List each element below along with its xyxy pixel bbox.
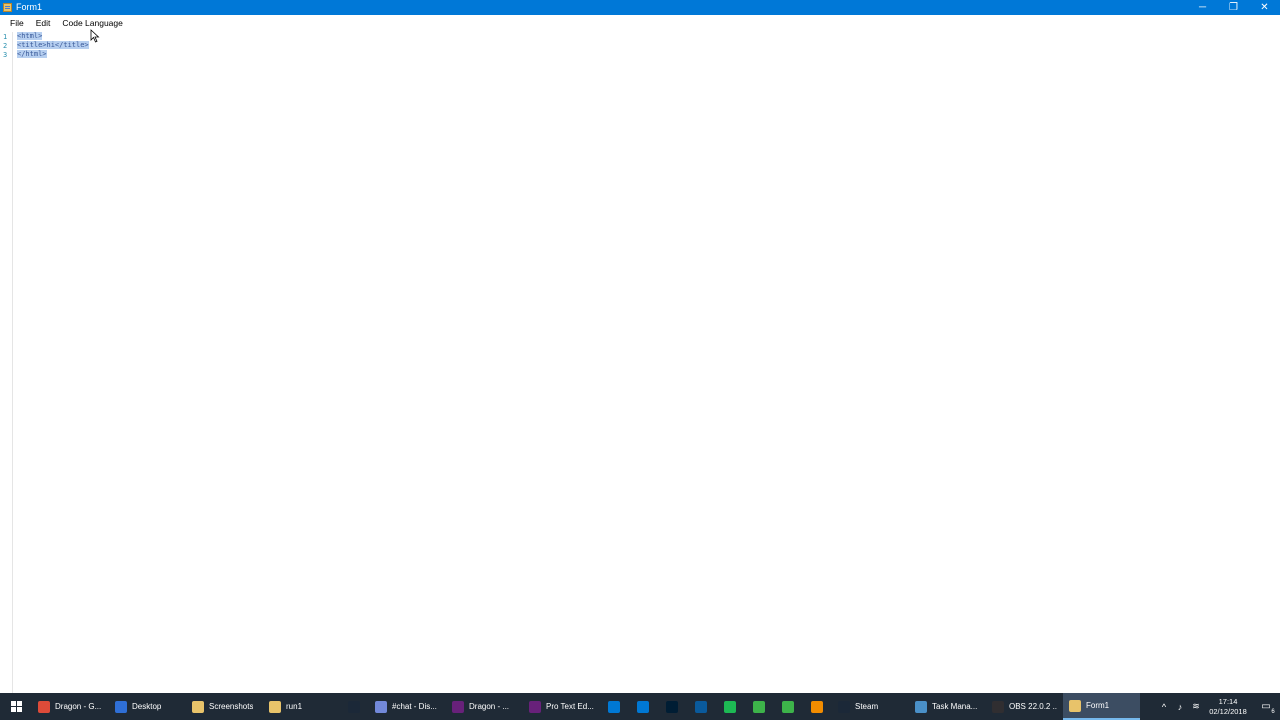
green-app-icon [753,700,765,713]
taskbar-item[interactable]: Steam [832,693,909,720]
taskbar-item[interactable]: Dragon - G... [32,693,109,720]
store-icon [637,700,649,713]
taskbar-item[interactable]: Desktop [109,693,186,720]
taskbar-item-label: Dragon - ... [469,702,510,711]
line-number-gutter: 1 2 3 [0,32,13,693]
green-app-icon [782,700,794,713]
taskbar-item-label: Desktop [132,702,162,711]
title-bar: Form1 ─ ❐ ✕ [0,0,1280,15]
spotify-icon [724,700,736,713]
taskbar: Dragon - G... Desktop Screenshots run1 #chat… [0,693,1280,720]
taskbar-item[interactable] [629,693,658,720]
taskbar-item[interactable] [340,693,369,720]
line-number: 2 [3,42,8,50]
steam-icon [838,700,850,713]
taskbar-item[interactable]: Form1 [1063,693,1140,720]
selected-text[interactable]: <title>hi</title> [17,41,89,49]
vlc-icon [811,700,823,713]
taskbar-item-label: Screenshots [209,702,254,711]
taskbar-item[interactable]: OBS 22.0.2 ... [986,693,1063,720]
folder-icon [269,700,281,713]
code-line[interactable]: <html> [17,32,43,41]
taskbar-item-label: Dragon - G... [55,702,102,711]
v-app-icon [695,700,707,713]
taskbar-item[interactable] [803,693,832,720]
line-number: 1 [3,33,8,41]
volume-icon[interactable]: ♪ [1172,693,1188,720]
visual-studio-icon [452,700,464,713]
steam-icon [348,700,360,713]
close-button[interactable]: ✕ [1249,0,1280,15]
windows-logo-icon [10,701,22,712]
taskbar-item[interactable] [687,693,716,720]
taskbar-item[interactable] [658,693,687,720]
selected-text[interactable]: </html> [17,50,47,58]
minimize-button[interactable]: ─ [1187,0,1218,15]
line-number: 3 [3,51,8,59]
wifi-icon[interactable]: ≋ [1188,693,1204,720]
menu-edit[interactable]: Edit [30,15,57,32]
taskbar-item[interactable]: #chat - Dis... [369,693,446,720]
taskbar-item-label: Task Mana... [932,702,978,711]
form-icon [3,3,12,12]
restore-button[interactable]: ❐ [1218,0,1249,15]
taskbar-item[interactable]: Screenshots [186,693,263,720]
window-controls: ─ ❐ ✕ [1187,0,1280,15]
notification-center-button[interactable]: ▭ 6 [1252,693,1280,720]
taskbar-item[interactable] [774,693,803,720]
taskbar-item-label: Pro Text Ed... [546,702,594,711]
clock-time: 17:14 [1218,696,1238,706]
clock[interactable]: 17:14 02/12/2018 [1204,697,1252,717]
folder-icon [115,700,127,713]
taskbar-item[interactable]: run1 [263,693,340,720]
taskbar-apps: Dragon - G... Desktop Screenshots run1 #chat… [32,693,1140,720]
taskbar-item[interactable]: Task Mana... [909,693,986,720]
window-title: Form1 [16,2,43,12]
photoshop-icon [666,700,678,713]
form-icon [1069,699,1081,712]
code-line[interactable]: <title>hi</title> [17,41,89,50]
taskbar-item[interactable]: Pro Text Ed... [523,693,600,720]
taskbar-item-label: Steam [855,702,879,711]
visual-studio-icon [529,700,541,713]
system-tray: ^ ♪ ≋ 17:14 02/12/2018 ▭ 6 [1156,693,1280,720]
task-manager-icon [915,700,927,713]
discord-icon [375,700,387,713]
taskbar-item-label: OBS 22.0.2 ... [1009,702,1057,711]
code-editor[interactable]: 1 2 3 <html> <title>hi</title> </html> [0,32,1280,693]
taskbar-item-label: #chat - Dis... [392,702,437,711]
obs-icon [992,700,1004,713]
notification-count: 6 [1271,709,1275,715]
clock-date: 02/12/2018 [1209,706,1247,716]
chrome-icon [38,700,50,713]
taskbar-item-label: Form1 [1086,701,1110,710]
vscode-icon [608,700,620,713]
taskbar-item[interactable] [600,693,629,720]
code-line[interactable]: </html> [17,50,47,59]
start-button[interactable] [0,693,32,720]
taskbar-item[interactable] [716,693,745,720]
chevron-up-icon[interactable]: ^ [1156,693,1172,720]
folder-icon [192,700,204,713]
taskbar-item[interactable]: Dragon - ... [446,693,523,720]
menu-bar: File Edit Code Language [0,15,1280,32]
selected-text[interactable]: <html> [17,32,43,40]
notification-icon: ▭ 6 [1261,701,1275,715]
mouse-cursor-icon [90,29,100,43]
taskbar-item[interactable] [745,693,774,720]
menu-file[interactable]: File [0,15,30,32]
taskbar-item-label: run1 [286,702,303,711]
